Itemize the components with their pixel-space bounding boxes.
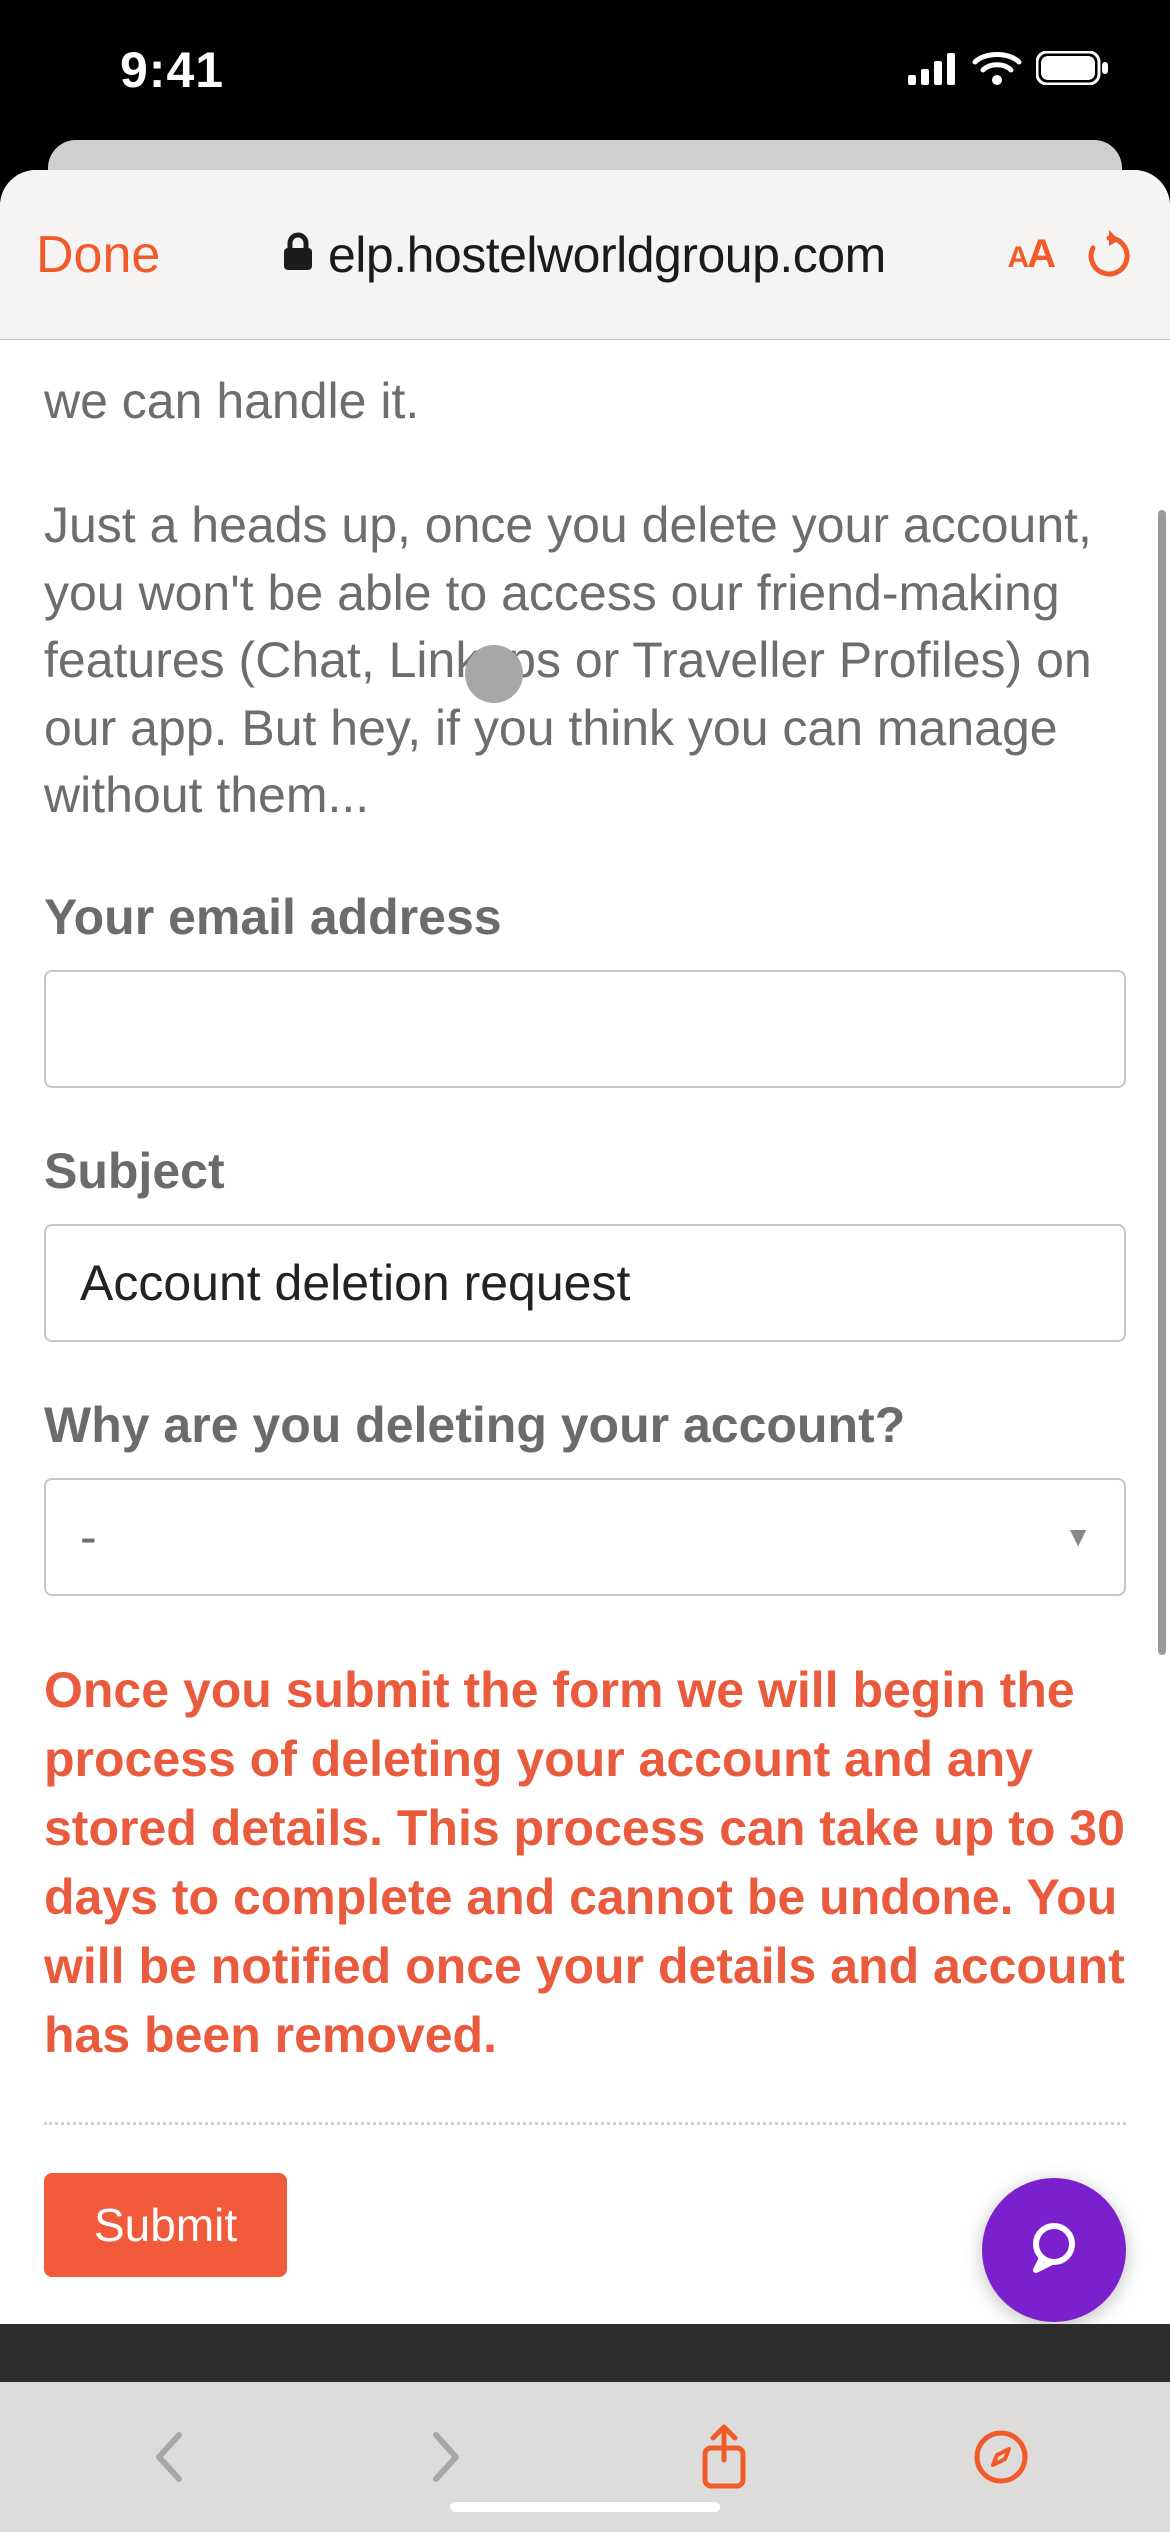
status-time: 9:41	[120, 41, 224, 99]
page-footer-strip	[0, 2324, 1170, 2382]
safari-button[interactable]	[961, 2417, 1041, 2497]
deletion-warning-text: Once you submit the form we will begin t…	[44, 1656, 1126, 2070]
email-field[interactable]	[44, 970, 1126, 1088]
reload-button[interactable]	[1084, 230, 1134, 280]
previous-paragraph-tail: we can handle it.	[44, 366, 1126, 436]
reason-select[interactable]: -	[44, 1478, 1126, 1596]
safari-sheet: Done elp.hostelworldgroup.com AA we can …	[0, 170, 1170, 2532]
forward-button[interactable]	[406, 2417, 486, 2497]
divider	[44, 2122, 1126, 2125]
aa-small: A	[1007, 241, 1027, 275]
chat-icon	[1022, 2216, 1086, 2285]
reason-label: Why are you deleting your account?	[44, 1396, 1126, 1454]
done-button[interactable]: Done	[36, 225, 160, 285]
subject-label: Subject	[44, 1142, 1126, 1200]
web-content: we can handle it. Just a heads up, once …	[0, 340, 1170, 2352]
touch-cursor-indicator	[465, 645, 523, 703]
page-domain: elp.hostelworldgroup.com	[328, 226, 886, 284]
aa-large: A	[1027, 232, 1054, 277]
wifi-icon	[972, 50, 1022, 91]
text-size-button[interactable]: AA	[1007, 232, 1054, 277]
scroll-indicator	[1158, 510, 1166, 1655]
browser-top-bar: Done elp.hostelworldgroup.com AA	[0, 170, 1170, 340]
address-bar[interactable]: elp.hostelworldgroup.com	[190, 226, 977, 284]
lock-icon	[282, 232, 314, 277]
subject-field[interactable]	[44, 1224, 1126, 1342]
submit-button[interactable]: Submit	[44, 2173, 287, 2277]
chat-fab[interactable]	[982, 2178, 1126, 2322]
email-label: Your email address	[44, 888, 1126, 946]
status-right	[908, 50, 1110, 91]
back-button[interactable]	[129, 2417, 209, 2497]
battery-icon	[1036, 51, 1110, 90]
heads-up-paragraph: Just a heads up, once you delete your ac…	[44, 492, 1126, 830]
cellular-icon	[908, 51, 958, 90]
home-indicator	[450, 2502, 720, 2512]
status-bar: 9:41	[0, 0, 1170, 140]
share-button[interactable]	[684, 2417, 764, 2497]
